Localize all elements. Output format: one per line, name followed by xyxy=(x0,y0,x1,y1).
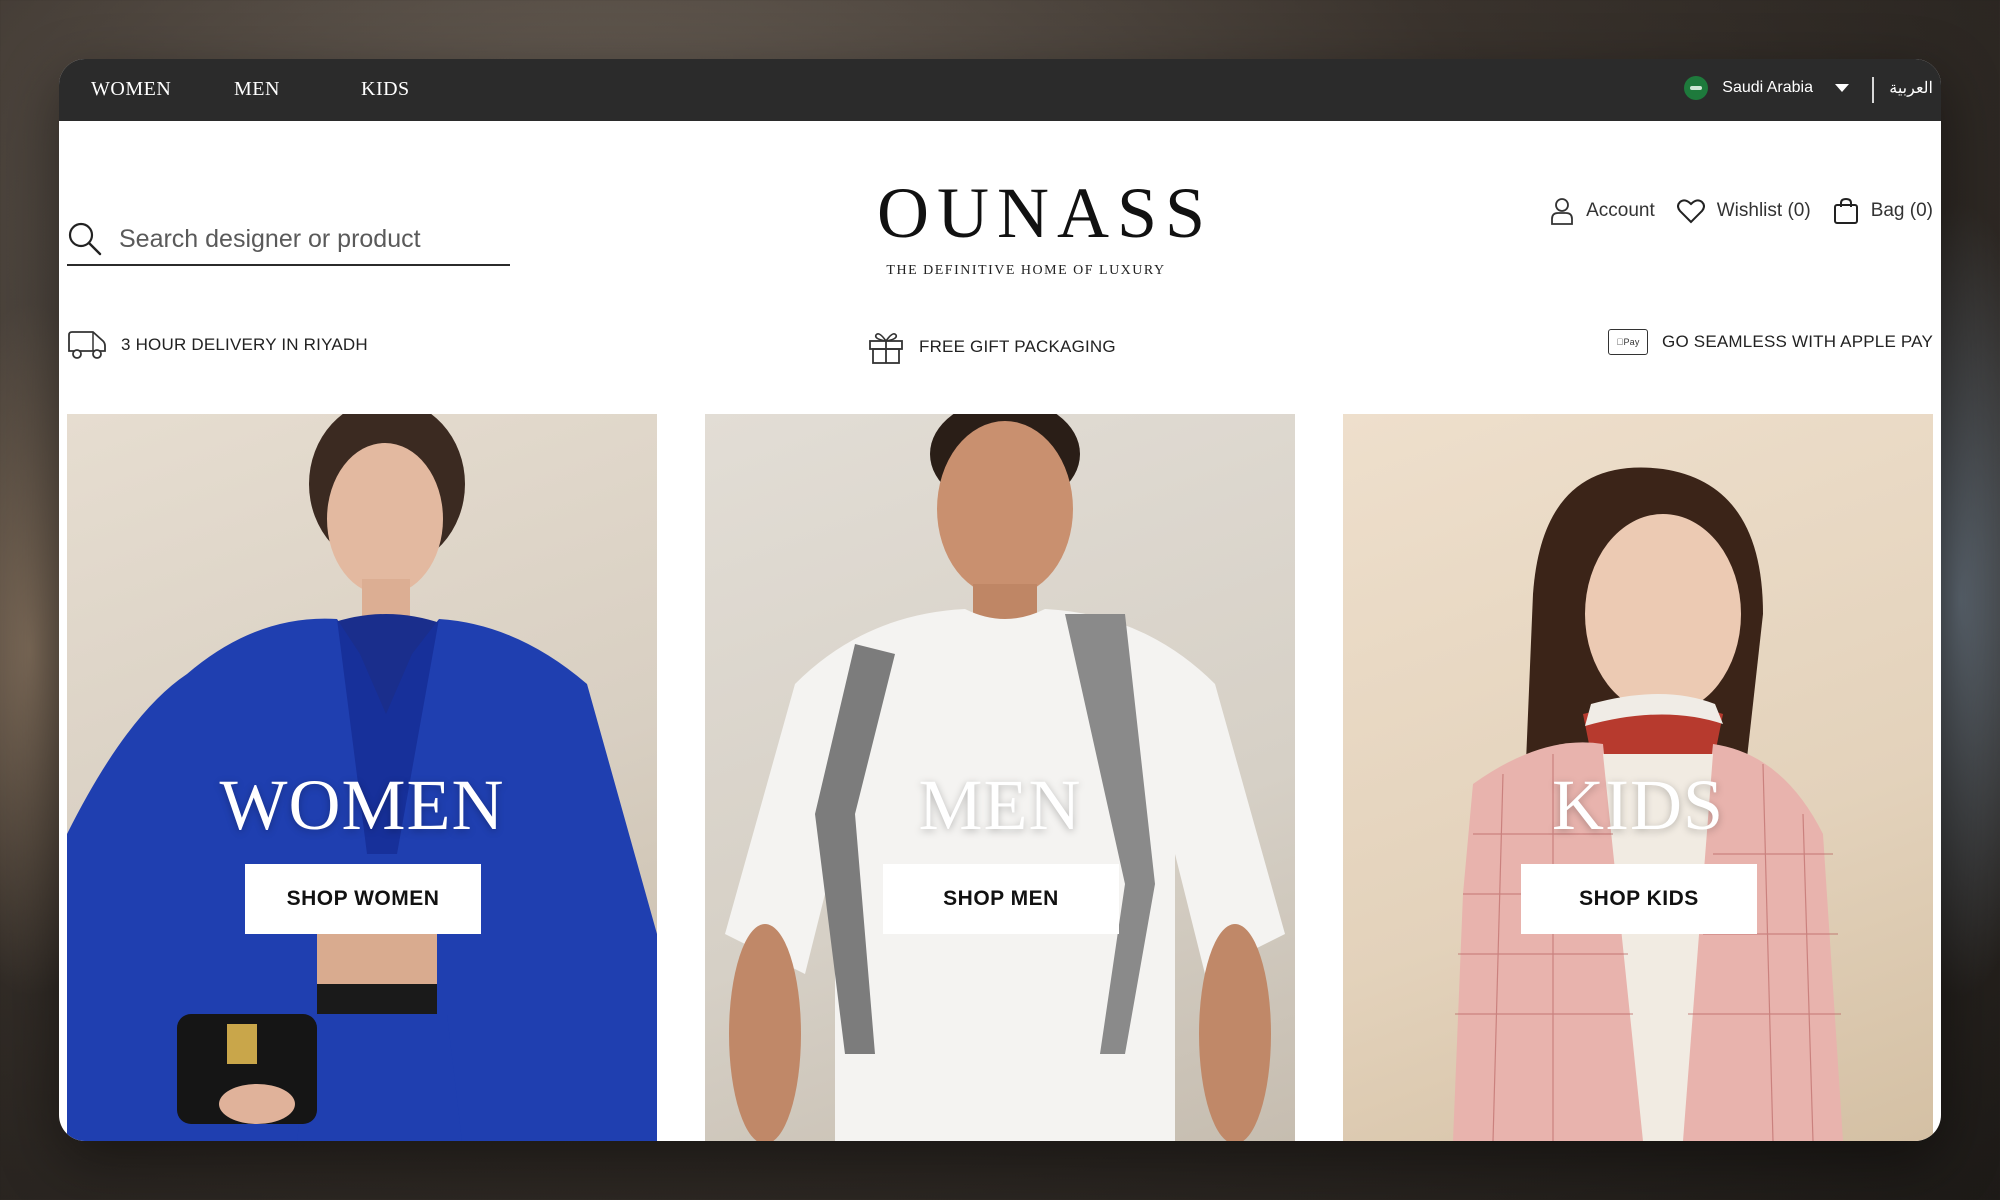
country-label: Saudi Arabia xyxy=(1722,79,1813,96)
usp-applepay-label: GO SEAMLESS WITH APPLE PAY xyxy=(1662,332,1933,351)
shop-women-button[interactable]: SHOP WOMEN xyxy=(245,864,481,934)
heart-icon xyxy=(1676,199,1705,224)
hero-card-men[interactable]: MEN SHOP MEN xyxy=(705,414,1295,1141)
top-navigation-bar: WOMEN MEN KIDS Saudi Arabia العربية xyxy=(59,59,1941,121)
wishlist-label: Wishlist (0) xyxy=(1716,200,1811,221)
topnav-men[interactable]: MEN xyxy=(234,78,280,101)
topbar-divider xyxy=(1872,77,1874,103)
country-selector[interactable]: Saudi Arabia xyxy=(1684,76,1849,100)
brand-logo[interactable]: OUNASS xyxy=(877,172,1205,254)
usp-delivery-label: 3 HOUR DELIVERY IN RIYADH xyxy=(121,335,368,354)
search-icon xyxy=(68,222,102,256)
hero-title-kids: KIDS xyxy=(1551,765,1724,845)
search-bar[interactable] xyxy=(67,214,510,266)
language-switch[interactable]: العربية xyxy=(1889,78,1933,98)
account-label: Account xyxy=(1586,200,1655,221)
usp-applepay: Pay GO SEAMLESS WITH APPLE PAY xyxy=(1608,329,1933,355)
delivery-van-icon xyxy=(68,331,106,359)
gift-icon xyxy=(869,333,903,364)
hero-title-women: WOMEN xyxy=(219,765,505,845)
account-link[interactable]: Account xyxy=(1550,197,1655,225)
shop-kids-button[interactable]: SHOP KIDS xyxy=(1521,864,1757,934)
bag-link[interactable]: Bag (0) xyxy=(1833,197,1933,225)
brand-tagline: THE DEFINITIVE HOME OF LUXURY xyxy=(886,263,1166,278)
bag-label: Bag (0) xyxy=(1870,200,1933,221)
usp-gift-label: FREE GIFT PACKAGING xyxy=(919,337,1116,356)
browser-window: WOMEN MEN KIDS Saudi Arabia العربية OUNA… xyxy=(59,59,1941,1141)
search-input[interactable] xyxy=(117,223,481,255)
usp-delivery: 3 HOUR DELIVERY IN RIYADH xyxy=(67,329,368,361)
shop-men-button[interactable]: SHOP MEN xyxy=(883,864,1119,934)
shopping-bag-icon xyxy=(1833,197,1858,224)
apple-pay-icon: Pay xyxy=(1608,329,1649,355)
wishlist-link[interactable]: Wishlist (0) xyxy=(1676,198,1811,224)
user-icon xyxy=(1551,198,1573,225)
topnav-kids[interactable]: KIDS xyxy=(361,78,410,101)
usp-gift: FREE GIFT PACKAGING xyxy=(867,329,1116,365)
topnav-women[interactable]: WOMEN xyxy=(91,78,171,101)
hero-card-women[interactable]: WOMEN SHOP WOMEN xyxy=(67,414,657,1141)
chevron-down-icon xyxy=(1835,84,1849,92)
user-navigation: Account Wishlist (0) Bag (0) xyxy=(1550,197,1933,225)
saudi-flag-icon xyxy=(1684,76,1709,100)
hero-card-kids[interactable]: KIDS SHOP KIDS xyxy=(1343,414,1933,1141)
hero-title-men: MEN xyxy=(918,765,1082,845)
